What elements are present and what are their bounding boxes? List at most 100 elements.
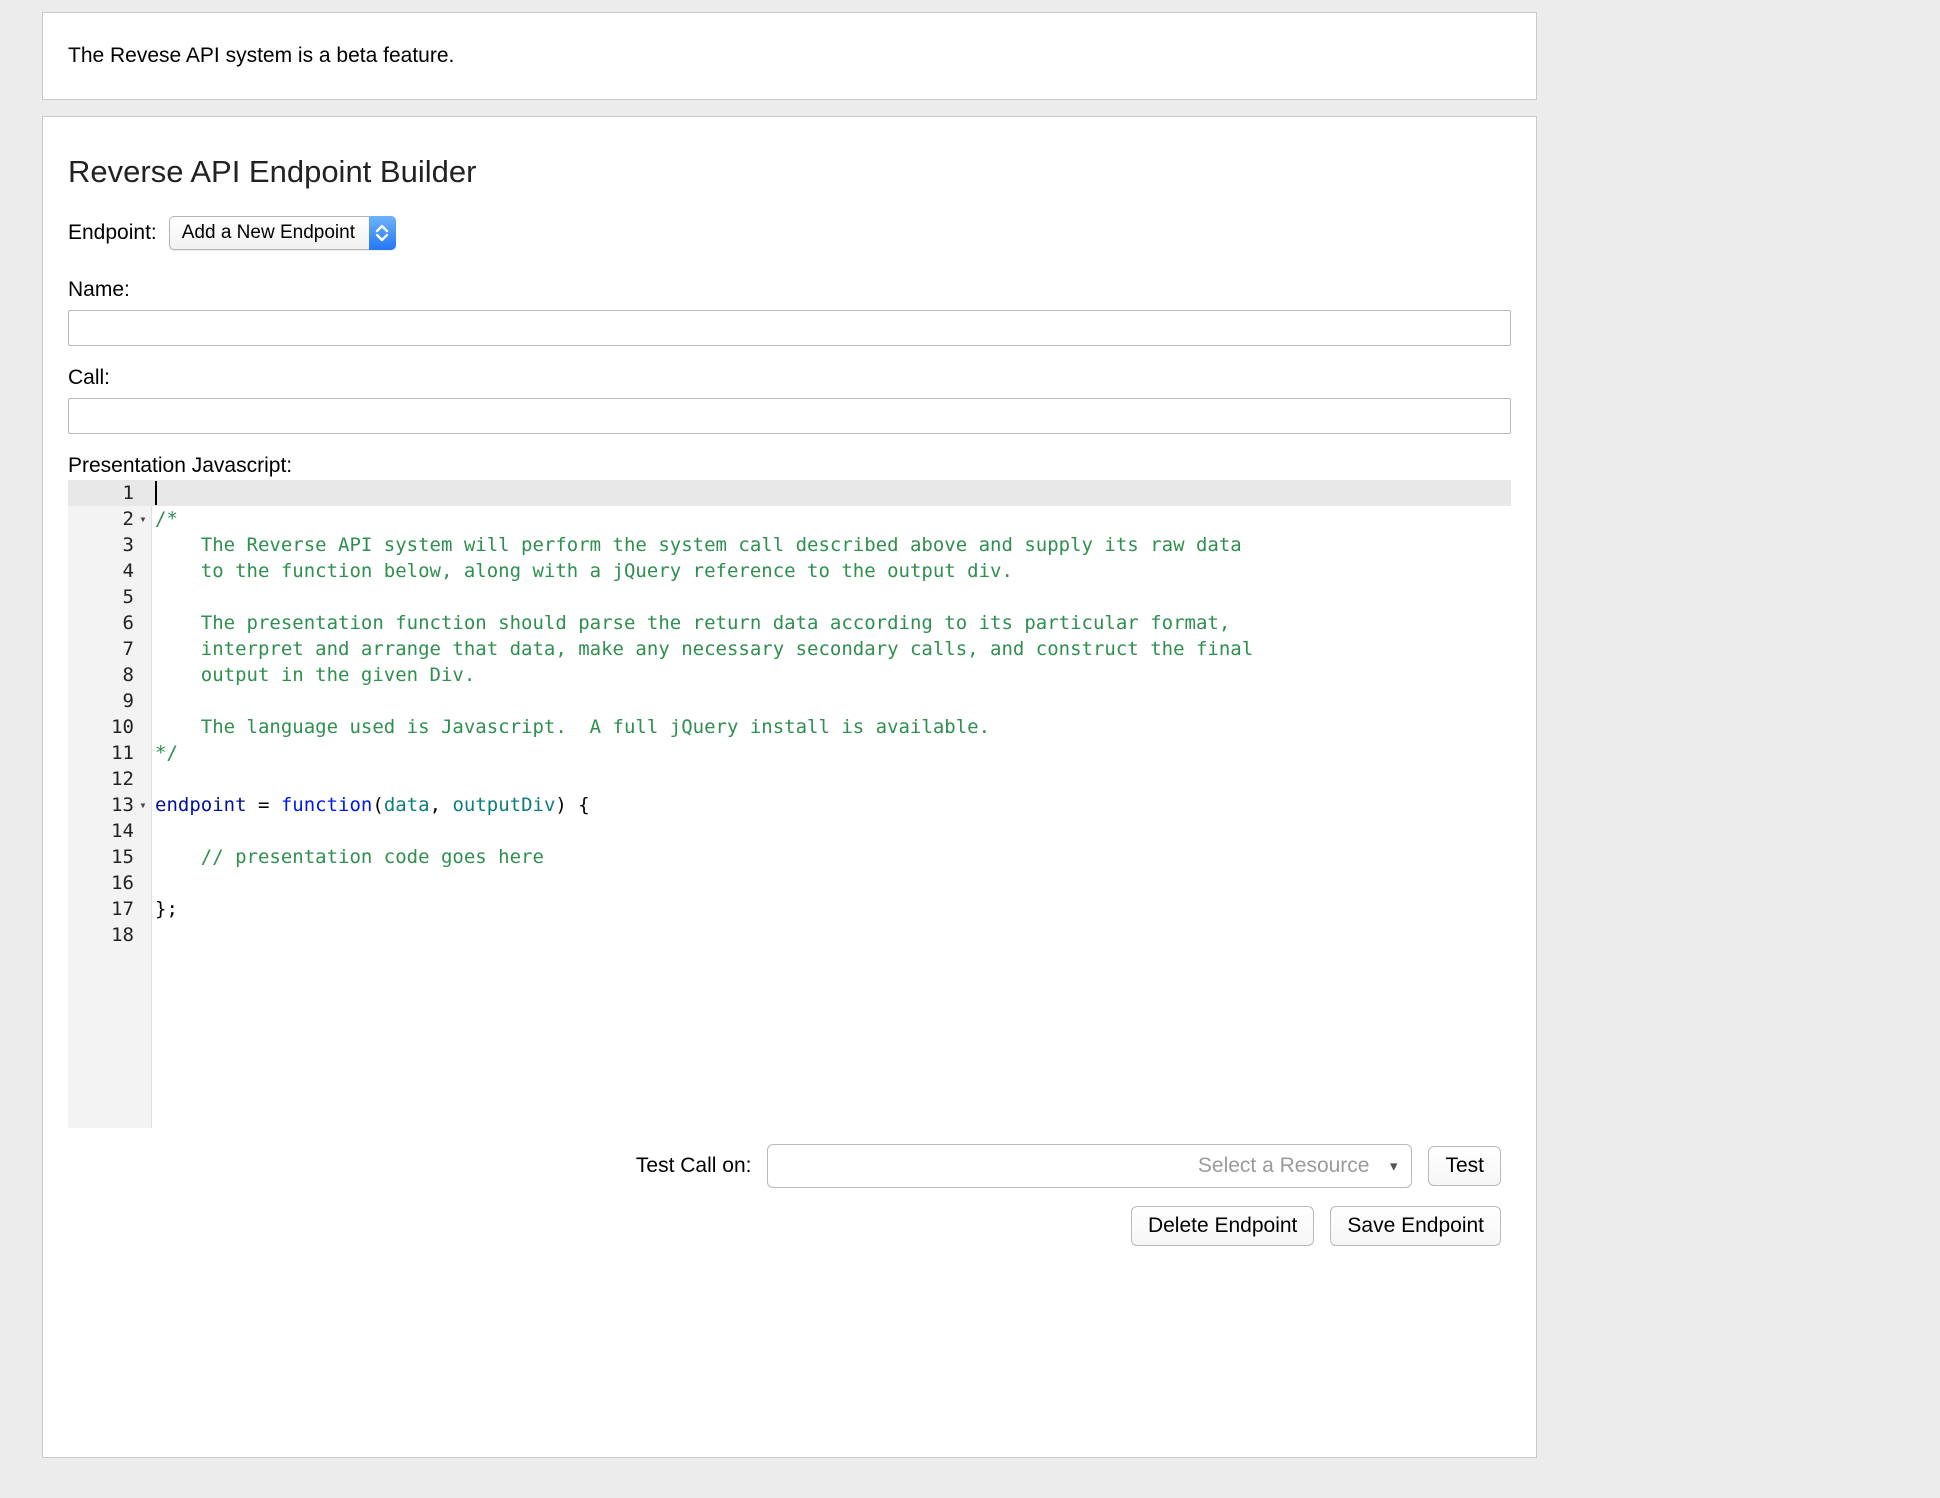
code-line[interactable]: 13▾endpoint = function(data, outputDiv) … [68,792,1511,818]
text-cursor [155,481,157,505]
line-number: 4 [123,558,134,584]
fold-spacer [134,818,152,844]
fold-arrow-icon[interactable]: ▾ [134,792,152,818]
code-line[interactable]: 4 to the function below, along with a jQ… [68,558,1511,584]
line-number: 2 [123,506,134,532]
fold-spacer [134,636,152,662]
code-line[interactable]: 18 [68,922,1511,948]
code-line-text[interactable]: // presentation code goes here [152,844,1511,870]
test-call-row: Test Call on: Select a Resource ▾ Test [68,1144,1511,1188]
fold-spacer [134,870,152,896]
line-number: 14 [111,818,134,844]
line-number-cell: 15 [68,844,152,870]
code-token-plain [155,846,201,868]
fold-spacer [134,610,152,636]
resource-input[interactable] [768,1145,1411,1187]
code-line-text[interactable] [152,688,1511,714]
line-number: 11 [111,740,134,766]
code-line[interactable]: 8 output in the given Div. [68,662,1511,688]
line-number: 13 [111,792,134,818]
line-number-cell: 4 [68,558,152,584]
endpoint-label: Endpoint: [68,221,157,245]
code-line[interactable]: 12 [68,766,1511,792]
code-line-text[interactable] [152,922,1511,948]
code-line-text[interactable] [152,766,1511,792]
code-line-text[interactable] [152,818,1511,844]
line-number-cell: 11 [68,740,152,766]
code-line-text[interactable]: interpret and arrange that data, make an… [152,636,1511,662]
fold-spacer [134,688,152,714]
line-number: 15 [111,844,134,870]
code-line[interactable]: 5 [68,584,1511,610]
code-line[interactable]: 1 [68,480,1511,506]
line-number-cell: 6 [68,610,152,636]
code-line-text[interactable]: to the function below, along with a jQue… [152,558,1511,584]
code-line[interactable]: 15 // presentation code goes here [68,844,1511,870]
fold-spacer [134,584,152,610]
code-line-text[interactable]: }; [152,896,1511,922]
code-line[interactable]: 16 [68,870,1511,896]
code-token-comment: The language used is Javascript. A full … [155,716,990,738]
name-label: Name: [68,278,1511,302]
code-line-text[interactable]: output in the given Div. [152,662,1511,688]
code-token-comment: The presentation function should parse t… [155,612,1230,634]
test-button[interactable]: Test [1428,1146,1501,1186]
fold-spacer [134,558,152,584]
line-number-cell: 2▾ [68,506,152,532]
code-line-text[interactable] [152,584,1511,610]
code-line[interactable]: 3 The Reverse API system will perform th… [68,532,1511,558]
code-line-text[interactable]: /* [152,506,1511,532]
presentation-js-label: Presentation Javascript: [68,454,1511,478]
name-input[interactable] [68,310,1511,346]
line-number: 8 [123,662,134,688]
line-number-cell: 1 [68,480,152,506]
resource-combobox[interactable]: Select a Resource ▾ [767,1144,1412,1188]
dropdown-arrow-icon[interactable]: ▾ [1390,1145,1398,1187]
code-token-plain: ( [372,794,383,816]
endpoint-select[interactable]: Add a New Endpoint [169,216,396,250]
code-line-text[interactable] [152,480,1511,506]
code-line-text[interactable]: The presentation function should parse t… [152,610,1511,636]
fold-spacer [134,714,152,740]
line-number: 3 [123,532,134,558]
line-number-cell: 9 [68,688,152,714]
code-line[interactable]: 7 interpret and arrange that data, make … [68,636,1511,662]
page-container: The Revese API system is a beta feature.… [42,0,1537,1458]
code-token-comment: /* [155,508,178,530]
code-line[interactable]: 2▾/* [68,506,1511,532]
code-line[interactable]: 11 */ [68,740,1511,766]
line-number-cell: 7 [68,636,152,662]
code-line[interactable]: 6 The presentation function should parse… [68,610,1511,636]
call-input[interactable] [68,398,1511,434]
code-line[interactable]: 17}; [68,896,1511,922]
line-number: 16 [111,870,134,896]
code-token-comment: output in the given Div. [155,664,475,686]
code-line-text[interactable]: The language used is Javascript. A full … [152,714,1511,740]
code-line-text[interactable]: The Reverse API system will perform the … [152,532,1511,558]
code-line-text[interactable]: */ [152,740,1511,766]
fold-spacer [134,662,152,688]
code-line[interactable]: 10 The language used is Javascript. A fu… [68,714,1511,740]
code-line-text[interactable] [152,870,1511,896]
save-endpoint-button[interactable]: Save Endpoint [1330,1206,1501,1246]
code-line[interactable]: 9 [68,688,1511,714]
fold-spacer [134,532,152,558]
code-token-def: outputDiv [452,794,555,816]
line-number-cell: 17 [68,896,152,922]
code-token-plain: ) { [555,794,589,816]
line-number-cell: 18 [68,922,152,948]
line-number: 18 [111,922,134,948]
code-line[interactable]: 14 [68,818,1511,844]
fold-arrow-icon[interactable]: ▾ [134,506,152,532]
line-number: 12 [111,766,134,792]
line-number-cell: 16 [68,870,152,896]
endpoint-row: Endpoint: Add a New Endpoint [68,216,1511,250]
line-number: 6 [123,610,134,636]
code-editor[interactable]: 12▾/*3 The Reverse API system will perfo… [68,480,1511,1128]
fold-spacer [134,922,152,948]
line-number-cell: 12 [68,766,152,792]
code-line-text[interactable]: endpoint = function(data, outputDiv) { [152,792,1511,818]
code-token-comment: to the function below, along with a jQue… [155,560,1013,582]
line-number-cell: 8 [68,662,152,688]
delete-endpoint-button[interactable]: Delete Endpoint [1131,1206,1314,1246]
